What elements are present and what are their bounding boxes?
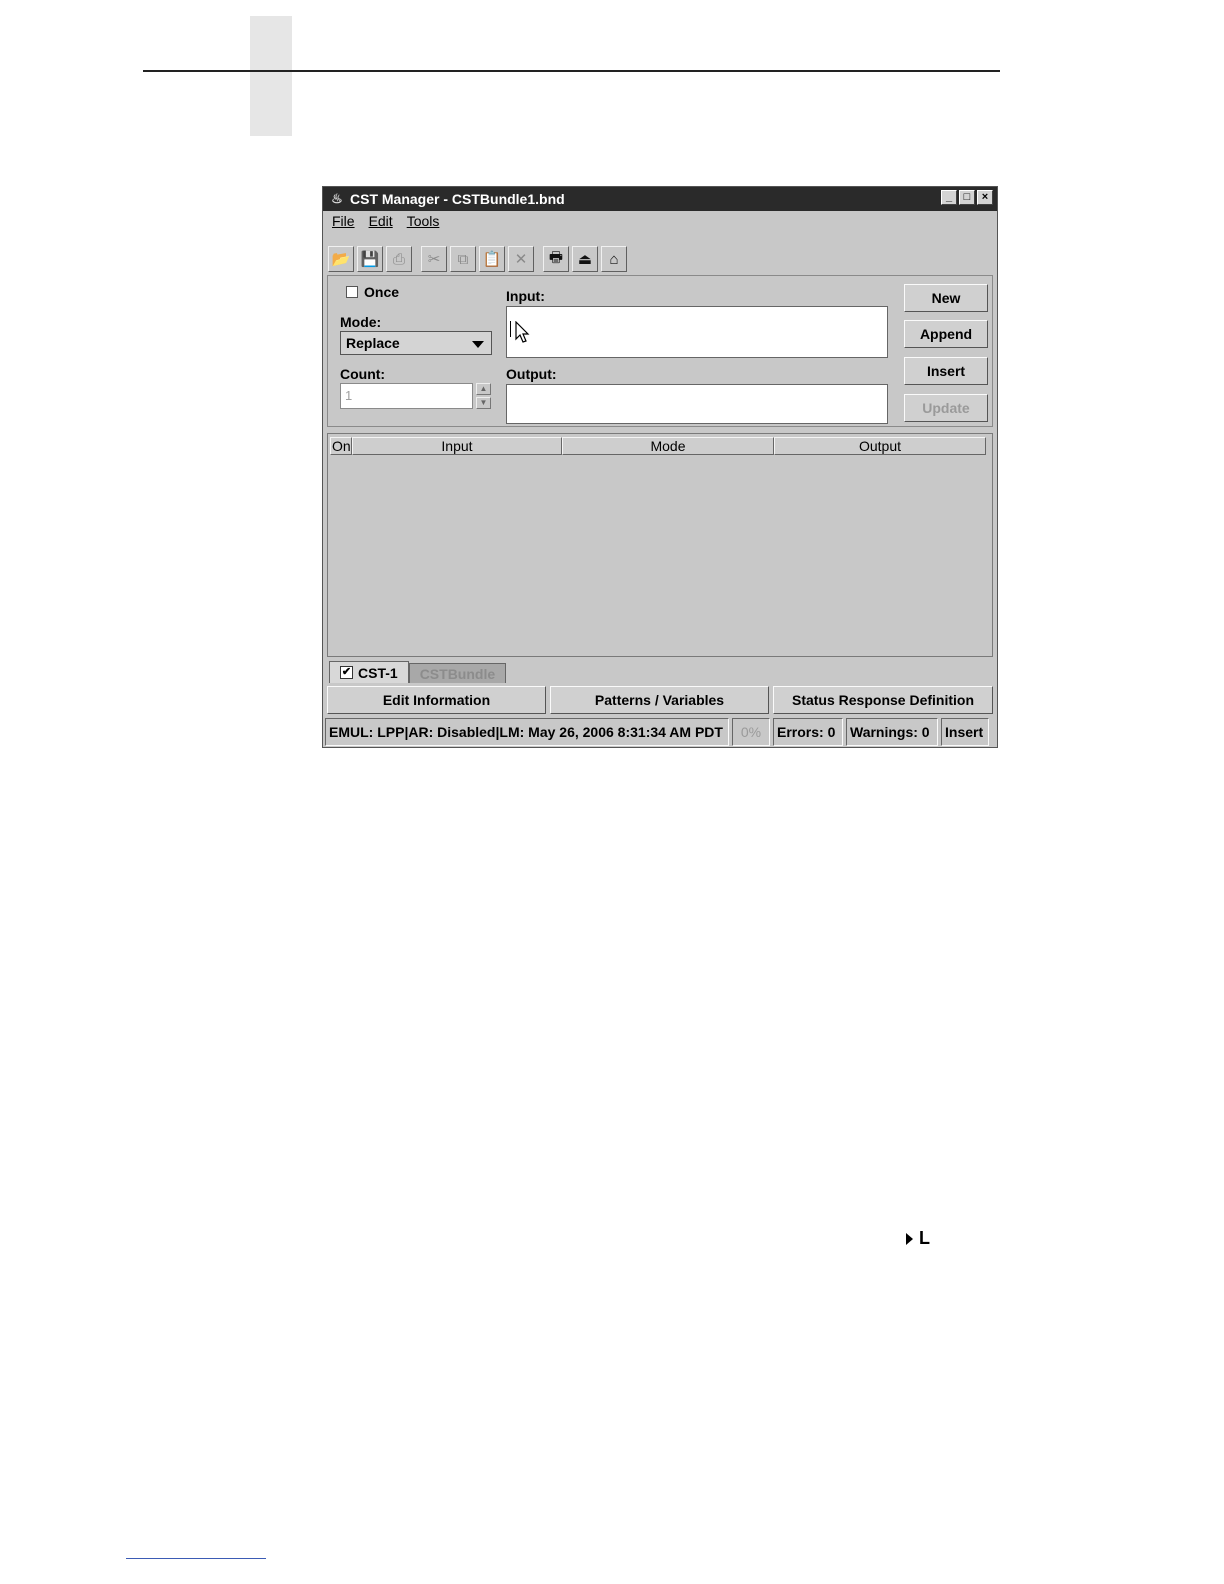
tab-cst-1[interactable]: ✔ CST-1 xyxy=(329,661,409,683)
status-info: EMUL: LPP|AR: Disabled|LM: May 26, 2006 … xyxy=(325,718,729,746)
count-input[interactable]: 1 xyxy=(340,383,473,409)
mode-value: Replace xyxy=(346,335,400,351)
download-icon: 🖶 xyxy=(548,248,564,266)
edit-information-button[interactable]: Edit Information xyxy=(327,686,546,714)
save-button[interactable]: 💾 xyxy=(357,246,383,272)
output-label: Output: xyxy=(506,366,557,382)
checkmark-icon[interactable]: ✔ xyxy=(340,666,353,679)
page-marker-letter: L xyxy=(919,1228,930,1248)
download-button[interactable]: 🖶 xyxy=(543,246,569,272)
mouse-pointer-icon xyxy=(515,321,530,343)
menu-bar: File Edit Tools xyxy=(323,213,439,235)
paste-button[interactable]: 📋 xyxy=(479,246,505,272)
input-field[interactable] xyxy=(506,306,888,358)
append-button[interactable]: Append xyxy=(904,320,988,348)
bundle-tabs: ✔ CST-1 CSTBundle xyxy=(329,659,507,683)
open-icon: 📂 xyxy=(331,251,351,268)
tab-label: CSTBundle xyxy=(419,665,496,682)
output-field[interactable] xyxy=(506,384,888,424)
once-label: Once xyxy=(364,284,400,300)
column-header-input[interactable]: Input xyxy=(352,437,562,455)
cut-button[interactable]: ✂ xyxy=(421,246,447,272)
update-button[interactable]: Update xyxy=(904,394,988,422)
stepper-down-icon[interactable]: ▼ xyxy=(476,397,491,409)
copy-button[interactable]: ⧉ xyxy=(450,246,476,272)
text-caret xyxy=(510,321,511,337)
maximize-button[interactable]: □ xyxy=(959,190,975,205)
print-icon: ⎙ xyxy=(392,250,405,268)
chevron-down-icon xyxy=(472,341,484,348)
upload-button[interactable]: ⏏ xyxy=(572,246,598,272)
warnings-count: Warnings: 0 xyxy=(846,718,938,746)
load-button[interactable]: ⌂ xyxy=(601,246,627,272)
stepper-up-icon[interactable]: ▲ xyxy=(476,383,491,395)
triangle-right-icon xyxy=(906,1232,913,1245)
java-cup-icon: ♨ xyxy=(331,191,343,206)
paste-icon: 📋 xyxy=(482,251,502,268)
new-button[interactable]: New xyxy=(904,284,988,312)
mode-label: Mode: xyxy=(340,314,382,330)
window-title: CST Manager - CSTBundle1.bnd xyxy=(350,191,565,207)
count-stepper: ▲ ▼ xyxy=(476,383,491,409)
tab-cstbundle[interactable]: CSTBundle xyxy=(408,663,507,683)
count-label: Count: xyxy=(340,366,386,382)
progress-indicator: 0% xyxy=(732,718,770,746)
open-button[interactable]: 📂 xyxy=(328,246,354,272)
menu-file[interactable]: File xyxy=(332,213,355,235)
rules-table: On Input Mode Output xyxy=(327,433,993,657)
save-icon: 💾 xyxy=(360,251,380,268)
bottom-button-row: Edit Information Patterns / Variables St… xyxy=(327,686,993,714)
table-header: On Input Mode Output xyxy=(330,437,986,455)
footer-rule xyxy=(126,1558,266,1559)
insert-mode-indicator: Insert xyxy=(941,718,989,746)
cst-manager-window: ♨ CST Manager - CSTBundle1.bnd _ □ × Fil… xyxy=(322,186,998,748)
input-label: Input: xyxy=(506,288,545,304)
insert-button[interactable]: Insert xyxy=(904,357,988,385)
page-marker: L xyxy=(906,1228,930,1249)
delete-button[interactable]: ✕ xyxy=(508,246,534,272)
tab-label: CST-1 xyxy=(358,664,398,681)
title-bar[interactable]: ♨ CST Manager - CSTBundle1.bnd _ □ × xyxy=(323,187,997,211)
upload-icon: ⏏ xyxy=(577,251,593,268)
page-side-tab xyxy=(250,16,292,136)
column-header-output[interactable]: Output xyxy=(774,437,986,455)
mode-select[interactable]: Replace xyxy=(340,331,492,355)
delete-icon: ✕ xyxy=(514,251,528,268)
column-header-on[interactable]: On xyxy=(330,437,352,455)
once-checkbox[interactable] xyxy=(346,286,358,298)
rule-form-panel: Once Mode: Replace Count: 1 ▲ ▼ Input: O… xyxy=(327,275,993,427)
menu-tools[interactable]: Tools xyxy=(407,213,440,235)
menu-edit[interactable]: Edit xyxy=(369,213,393,235)
patterns-variables-button[interactable]: Patterns / Variables xyxy=(550,686,769,714)
minimize-button[interactable]: _ xyxy=(941,190,957,205)
toolbar: 📂 💾 ⎙ ✂ ⧉ 📋 ✕ 🖶 ⏏ ⌂ xyxy=(328,245,630,273)
errors-count: Errors: 0 xyxy=(773,718,843,746)
load-icon: ⌂ xyxy=(609,250,619,268)
status-response-definition-button[interactable]: Status Response Definition xyxy=(773,686,993,714)
print-button[interactable]: ⎙ xyxy=(386,246,412,272)
cut-icon: ✂ xyxy=(427,251,441,268)
copy-icon: ⧉ xyxy=(457,250,469,268)
status-bar: EMUL: LPP|AR: Disabled|LM: May 26, 2006 … xyxy=(325,718,989,746)
close-button[interactable]: × xyxy=(977,190,993,205)
column-header-mode[interactable]: Mode xyxy=(562,437,774,455)
page-header-rule xyxy=(143,70,1000,72)
